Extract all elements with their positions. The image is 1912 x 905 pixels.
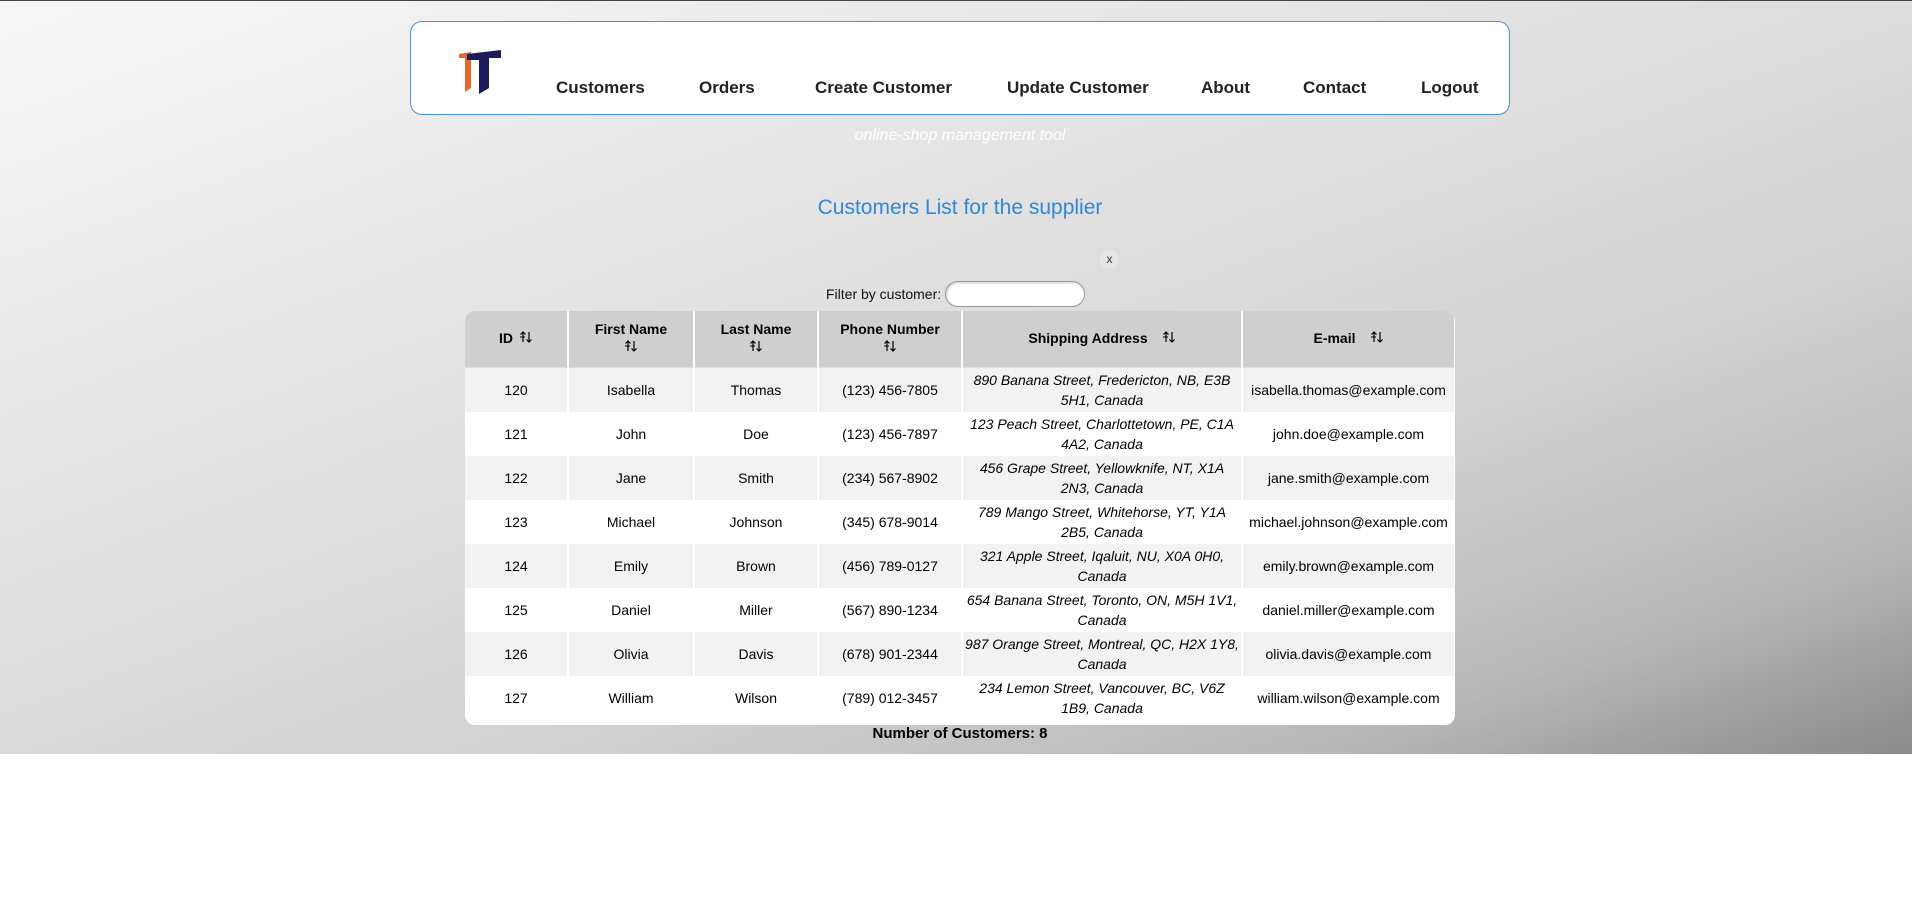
cell-last-name: Smith <box>695 456 819 500</box>
header-label: Shipping Address <box>1028 329 1148 346</box>
sort-icon[interactable] <box>749 339 763 357</box>
page-title: Customers List for the supplier <box>817 196 1103 219</box>
cell-phone: (456) 789-0127 <box>819 544 963 588</box>
cell-address: 123 Peach Street, Charlottetown, PE, C1A… <box>963 412 1243 456</box>
header-label: Phone Number <box>840 321 940 338</box>
nav-about[interactable]: About <box>1201 78 1250 98</box>
cell-first-name: Olivia <box>569 632 695 676</box>
cell-first-name: Daniel <box>569 588 695 632</box>
navbar: Customers Orders Create Customer Update … <box>410 21 1510 115</box>
cell-phone: (567) 890-1234 <box>819 588 963 632</box>
header-shipping-address: Shipping Address <box>963 311 1243 368</box>
table-row[interactable]: 125 Daniel Miller (567) 890-1234 654 Ban… <box>465 588 1454 632</box>
table-row[interactable]: 123 Michael Johnson (345) 678-9014 789 M… <box>465 500 1454 544</box>
cell-last-name: Davis <box>695 632 819 676</box>
cell-last-name: Johnson <box>695 500 819 544</box>
cell-phone: (123) 456-7897 <box>819 412 963 456</box>
nav-contact[interactable]: Contact <box>1303 78 1366 98</box>
header-id: ID <box>465 311 569 368</box>
cell-last-name: Doe <box>695 412 819 456</box>
table-row[interactable]: 127 William Wilson (789) 012-3457 234 Le… <box>465 676 1454 720</box>
cell-email: jane.smith@example.com <box>1243 456 1454 500</box>
cell-phone: (678) 901-2344 <box>819 632 963 676</box>
table-header-row: ID First Name Last Name Phone Number Shi… <box>465 311 1454 368</box>
cell-id: 127 <box>465 676 569 720</box>
sort-icon[interactable] <box>624 339 638 357</box>
nav-create-customer[interactable]: Create Customer <box>815 78 952 98</box>
header-label: E-mail <box>1313 329 1356 346</box>
sort-icon[interactable] <box>1370 330 1384 348</box>
cell-email: olivia.davis@example.com <box>1243 632 1454 676</box>
cell-last-name: Miller <box>695 588 819 632</box>
filter-row: Filter by customer: <box>826 281 1086 307</box>
sort-icon[interactable] <box>883 339 897 357</box>
customers-table-container: ID First Name Last Name Phone Number Shi… <box>465 311 1455 725</box>
header-phone-number: Phone Number <box>819 311 963 368</box>
cell-first-name: Michael <box>569 500 695 544</box>
table-row[interactable]: 124 Emily Brown (456) 789-0127 321 Apple… <box>465 544 1454 588</box>
cell-id: 124 <box>465 544 569 588</box>
cell-first-name: John <box>569 412 695 456</box>
cell-phone: (345) 678-9014 <box>819 500 963 544</box>
cell-phone: (789) 012-3457 <box>819 676 963 720</box>
cell-email: emily.brown@example.com <box>1243 544 1454 588</box>
cell-email: michael.johnson@example.com <box>1243 500 1454 544</box>
cell-address: 987 Orange Street, Montreal, QC, H2X 1Y8… <box>963 632 1243 676</box>
customer-count: Number of Customers: 8 <box>872 725 1048 742</box>
nav-customers[interactable]: Customers <box>556 78 645 98</box>
cell-id: 126 <box>465 632 569 676</box>
cell-first-name: William <box>569 676 695 720</box>
cell-email: john.doe@example.com <box>1243 412 1454 456</box>
cell-address: 890 Banana Street, Fredericton, NB, E3B … <box>963 368 1243 412</box>
cell-address: 789 Mango Street, Whitehorse, YT, Y1A 2B… <box>963 500 1243 544</box>
table-row[interactable]: 122 Jane Smith (234) 567-8902 456 Grape … <box>465 456 1454 500</box>
header-last-name: Last Name <box>695 311 819 368</box>
cell-id: 121 <box>465 412 569 456</box>
cell-last-name: Brown <box>695 544 819 588</box>
cell-first-name: Jane <box>569 456 695 500</box>
nav-logout[interactable]: Logout <box>1421 78 1479 98</box>
cell-id: 122 <box>465 456 569 500</box>
header-label: First Name <box>594 321 668 338</box>
cell-email: isabella.thomas@example.com <box>1243 368 1454 412</box>
sort-icon[interactable] <box>519 330 533 348</box>
cell-address: 456 Grape Street, Yellowknife, NT, X1A 2… <box>963 456 1243 500</box>
cell-address: 234 Lemon Street, Vancouver, BC, V6Z 1B9… <box>963 676 1243 720</box>
cell-id: 120 <box>465 368 569 412</box>
table-row[interactable]: 121 John Doe (123) 456-7897 123 Peach St… <box>465 412 1454 456</box>
cell-first-name: Isabella <box>569 368 695 412</box>
nav-orders[interactable]: Orders <box>699 78 755 98</box>
tagline: online-shop management tool <box>854 127 1066 144</box>
cell-first-name: Emily <box>569 544 695 588</box>
cell-address: 321 Apple Street, Iqaluit, NU, X0A 0H0, … <box>963 544 1243 588</box>
nav-update-customer[interactable]: Update Customer <box>1007 78 1149 98</box>
cell-address: 654 Banana Street, Toronto, ON, M5H 1V1,… <box>963 588 1243 632</box>
cell-email: william.wilson@example.com <box>1243 676 1454 720</box>
cell-id: 125 <box>465 588 569 632</box>
cell-id: 123 <box>465 500 569 544</box>
table-row[interactable]: 126 Olivia Davis (678) 901-2344 987 Oran… <box>465 632 1454 676</box>
cell-last-name: Thomas <box>695 368 819 412</box>
table-row[interactable]: 120 Isabella Thomas (123) 456-7805 890 B… <box>465 368 1454 412</box>
cell-last-name: Wilson <box>695 676 819 720</box>
cell-phone: (123) 456-7805 <box>819 368 963 412</box>
customer-filter-input[interactable] <box>945 281 1086 307</box>
header-email: E-mail <box>1243 311 1454 368</box>
clear-filter-button[interactable]: x <box>1100 250 1119 269</box>
header-first-name: First Name <box>569 311 695 368</box>
header-label: Last Name <box>720 321 792 338</box>
app-logo[interactable] <box>457 48 503 94</box>
sort-icon[interactable] <box>1162 330 1176 348</box>
cell-phone: (234) 567-8902 <box>819 456 963 500</box>
customers-table: ID First Name Last Name Phone Number Shi… <box>465 311 1454 720</box>
header-label: ID <box>499 329 513 346</box>
cell-email: daniel.miller@example.com <box>1243 588 1454 632</box>
filter-label: Filter by customer: <box>826 286 942 302</box>
